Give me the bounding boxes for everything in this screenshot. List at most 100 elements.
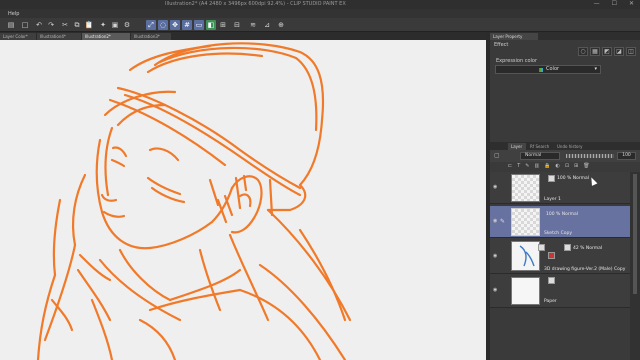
- tab-undo-history[interactable]: Undo history: [554, 143, 590, 150]
- color-layer-icon: [548, 252, 555, 259]
- eye-icon[interactable]: ◉: [493, 254, 499, 259]
- lock-icon[interactable]: ⊕: [276, 20, 286, 30]
- maximize-button[interactable]: ☐: [612, 0, 617, 7]
- menu-bar: Help: [0, 9, 640, 18]
- layer-thumbnail: [511, 174, 540, 202]
- eye-icon[interactable]: ◉: [493, 288, 499, 293]
- close-button[interactable]: ✕: [629, 0, 634, 7]
- expression-color-label: Expression color: [496, 58, 538, 64]
- tab-illustration4[interactable]: Illustration4*: [37, 33, 81, 40]
- border-effect-icon[interactable]: ○: [578, 47, 588, 56]
- paper-layer-icon: [548, 277, 555, 284]
- copy-icon[interactable]: ⧉: [72, 20, 82, 30]
- figure-thumbnail-icon: [519, 245, 535, 267]
- opacity-value[interactable]: 100: [617, 152, 636, 160]
- snap2-icon[interactable]: ⊿: [262, 20, 272, 30]
- layer-row[interactable]: ◉ Paper: [490, 274, 630, 308]
- layer-mode: 100 % Normal: [557, 176, 590, 181]
- delete-layer-icon[interactable]: 🗑: [583, 163, 589, 171]
- layer-toolbar: ▢ Normal 100: [490, 150, 640, 162]
- mask-icon[interactable]: ◐: [555, 163, 559, 171]
- select-icon[interactable]: ⤢: [146, 20, 156, 30]
- ruler-layer-icon[interactable]: ⊡: [565, 163, 569, 171]
- layer-row[interactable]: ◉ 42 % Normal 3D drawing figure-Ver.2 (M…: [490, 238, 630, 274]
- layers-icon[interactable]: ▤: [6, 20, 16, 30]
- expression-color-value: Color: [546, 66, 560, 72]
- layer-mode: 100 % Normal: [546, 212, 579, 217]
- window-title: Illustration2* (A4 2480 x 3496px 600dpi …: [165, 1, 346, 7]
- redo-icon[interactable]: ↷: [46, 20, 56, 30]
- layer-panel-scrollbar[interactable]: [630, 172, 640, 360]
- grid-icon[interactable]: #: [182, 20, 192, 30]
- settings-icon[interactable]: ⚙: [122, 20, 132, 30]
- snap-icon[interactable]: ≋: [248, 20, 258, 30]
- texture-effect-icon[interactable]: ◫: [626, 47, 636, 56]
- layer-panel-tabs: Layer Rf Search Undo history: [490, 142, 640, 150]
- palette-icon[interactable]: ⊞: [218, 20, 228, 30]
- move-icon[interactable]: ✥: [170, 20, 180, 30]
- tab-layer-color[interactable]: Layer Color*: [0, 33, 36, 40]
- right-panel: Layer Property Effect ○ ▦ ◩ ◪ ◫ Expressi…: [490, 32, 640, 360]
- color-icon[interactable]: ◧: [206, 20, 216, 30]
- tab-layer-property[interactable]: Layer Property: [490, 33, 538, 40]
- minimize-button[interactable]: —: [594, 0, 600, 7]
- command-bar: ▤ □ ↶ ↷ ✂ ⧉ 📋 ✦ ▣ ⚙ ⤢ ◌ ✥ # ▭ ◧ ⊞ ⊟ ≋ ⊿ …: [0, 18, 640, 32]
- pen-icon: ✎: [500, 218, 506, 225]
- ref-icon[interactable]: T: [517, 163, 520, 171]
- clip-studio-window: Illustration2* (A4 2480 x 3496px 600dpi …: [0, 0, 640, 360]
- fill-icon[interactable]: ▣: [110, 20, 120, 30]
- layer-thumbnail: [511, 277, 540, 305]
- blend-mode-select[interactable]: Normal: [520, 152, 560, 160]
- layer-type-icon: [548, 175, 555, 182]
- window-controls: — ☐ ✕: [594, 0, 634, 7]
- color-effect-icon[interactable]: ◩: [602, 47, 612, 56]
- new-icon[interactable]: □: [20, 20, 30, 30]
- layer-row-selected[interactable]: ◉ ✎ 100 % Normal Sketch Copy: [490, 206, 630, 238]
- new-layer-icon[interactable]: ⊞: [574, 163, 578, 171]
- tab-rf-search[interactable]: Rf Search: [527, 143, 553, 150]
- layer-type-icon: [564, 244, 571, 251]
- cut-icon[interactable]: ✂: [60, 20, 70, 30]
- eye-icon[interactable]: ◉: [493, 219, 499, 224]
- tab-illustration2[interactable]: Illustration2*: [82, 33, 130, 40]
- document-tabs: Layer Color* Illustration4* Illustration…: [0, 32, 486, 40]
- expression-color-select[interactable]: Color ▾: [495, 65, 601, 74]
- lock-layer-icon[interactable]: 🔒: [544, 163, 550, 171]
- layer-mode: 42 % Normal: [573, 246, 603, 251]
- tab-illustration3[interactable]: Illustration3*: [131, 33, 171, 40]
- eye-icon[interactable]: ◉: [493, 185, 499, 190]
- scrollbar-thumb[interactable]: [633, 174, 637, 294]
- effect-buttons: ○ ▦ ◩ ◪ ◫: [578, 47, 636, 56]
- layer-name: Sketch Copy: [544, 231, 573, 236]
- layer-name: Paper: [544, 299, 557, 304]
- 3d-layer-icon: [538, 244, 545, 251]
- lasso-icon[interactable]: ◌: [158, 20, 168, 30]
- property-tabs: Layer Property: [490, 32, 640, 40]
- tab-layer[interactable]: Layer: [508, 143, 526, 150]
- layer-row[interactable]: ◉ 100 % Normal Layer 1: [490, 172, 630, 204]
- layer-color-icon[interactable]: ◪: [614, 47, 624, 56]
- paste-icon[interactable]: 📋: [84, 20, 94, 30]
- tone-effect-icon[interactable]: ▦: [590, 47, 600, 56]
- guide-icon[interactable]: ⊟: [232, 20, 242, 30]
- color-swatch-icon: [539, 68, 543, 72]
- layer-thumbnail: [511, 208, 540, 236]
- draft-icon[interactable]: ✎: [525, 163, 529, 171]
- effect-label: Effect: [494, 42, 509, 48]
- ruler-icon[interactable]: ▭: [194, 20, 204, 30]
- transform-icon[interactable]: ✦: [98, 20, 108, 30]
- title-bar: Illustration2* (A4 2480 x 3496px 600dpi …: [0, 0, 640, 9]
- opacity-slider[interactable]: [566, 154, 614, 158]
- lock-transparent-icon[interactable]: ▥: [534, 163, 539, 171]
- layer-thumbnail: [511, 241, 540, 271]
- layer-name: 3D drawing figure-Ver.2 (Male) Copy: [544, 267, 626, 272]
- menu-help[interactable]: Help: [8, 11, 19, 17]
- drawing-canvas[interactable]: [0, 40, 486, 360]
- layer-tool-icons: ⊏ T ✎ ▥ 🔒 ◐ ⊡ ⊞ 🗑: [508, 163, 590, 171]
- sketch-drawing: [36, 42, 352, 360]
- layer-menu-icon[interactable]: ▢: [494, 152, 500, 159]
- chevron-down-icon: ▾: [594, 66, 597, 72]
- layer-name: Layer 1: [544, 197, 561, 202]
- undo-icon[interactable]: ↶: [34, 20, 44, 30]
- clip-icon[interactable]: ⊏: [508, 163, 512, 171]
